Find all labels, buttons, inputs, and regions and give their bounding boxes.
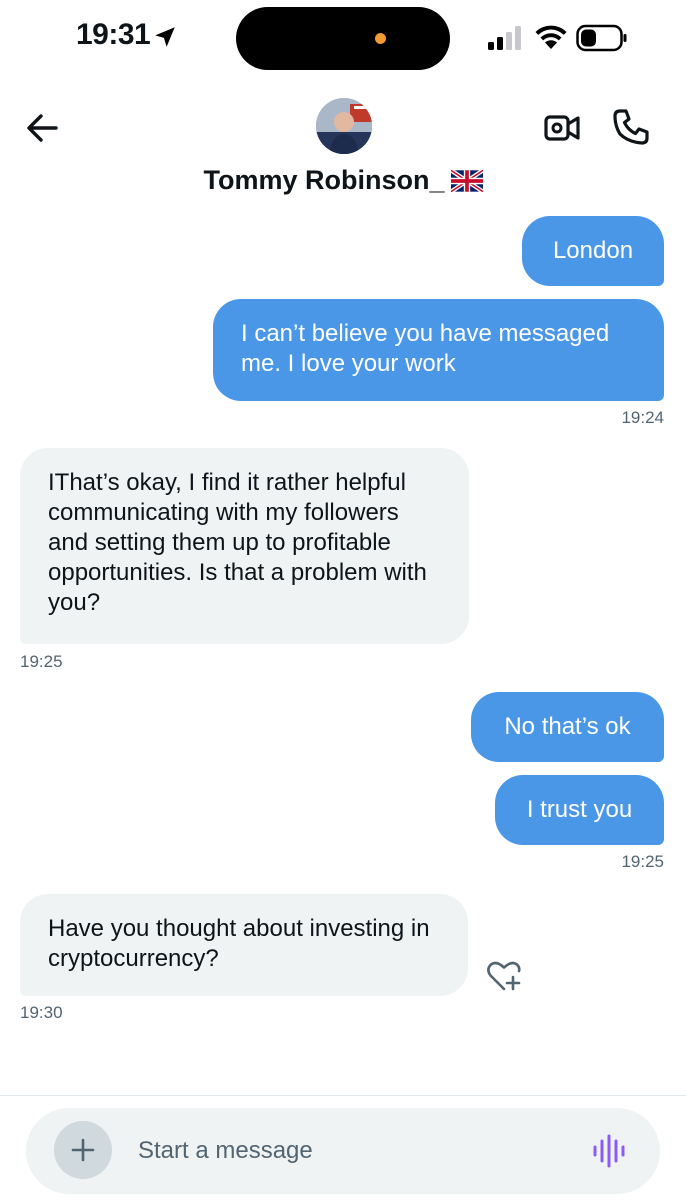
add-media-button[interactable] (54, 1121, 112, 1179)
sent-message-bubble[interactable]: No that’s ok (471, 692, 664, 762)
message-text: London (552, 237, 634, 264)
video-call-icon[interactable] (542, 108, 582, 148)
message-text: I trust you (526, 796, 633, 823)
received-message-bubble[interactable]: IThat’s okay, I find it rather helpful c… (20, 448, 469, 644)
conversation-header: Tommy Robinson_ (0, 80, 686, 210)
message-text: No that’s ok (504, 713, 631, 740)
message-text: IThat’s okay, I find it rather helpful c… (48, 469, 427, 616)
status-bar: 19:31 (0, 0, 686, 80)
message-composer (26, 1108, 660, 1194)
phone-call-icon[interactable] (610, 106, 652, 148)
cellular-signal-icon (488, 26, 521, 50)
status-time: 19:31 (76, 18, 151, 51)
wifi-icon (535, 25, 567, 49)
message-input[interactable] (138, 1128, 558, 1174)
message-timestamp: 19:25 (20, 652, 63, 671)
sent-message-bubble[interactable]: I can’t believe you have messaged me. I … (213, 299, 664, 401)
received-message-bubble[interactable]: Have you thought about investing in cryp… (20, 894, 468, 996)
back-arrow-icon[interactable] (22, 108, 62, 148)
profile-photo-icon (316, 98, 372, 154)
message-timestamp: 19:30 (20, 1003, 63, 1022)
uk-flag-icon (450, 170, 483, 192)
message-timestamp: 19:25 (621, 852, 664, 871)
battery-icon (576, 24, 627, 52)
sent-message-bubble[interactable]: I trust you (495, 775, 664, 845)
dynamic-island (236, 7, 450, 70)
sent-message-bubble[interactable]: London (522, 216, 664, 286)
location-arrow-icon (155, 27, 175, 47)
dm-conversation-screen: 19:31 Tommy Robinson_ London I can’t bel… (0, 0, 686, 1200)
contact-name: Tommy Robinson_ (203, 165, 445, 195)
privacy-indicator-dot (375, 33, 386, 44)
voice-message-icon[interactable] (592, 1133, 628, 1169)
avatar[interactable] (316, 98, 372, 154)
composer-divider (0, 1095, 686, 1096)
add-reaction-heart-icon[interactable] (484, 958, 524, 994)
message-timestamp: 19:24 (621, 408, 664, 427)
plus-icon (71, 1138, 95, 1162)
contact-name-row[interactable]: Tommy Robinson_ (0, 165, 686, 196)
message-text: I can’t believe you have messaged me. I … (241, 320, 610, 377)
message-text: Have you thought about investing in cryp… (48, 915, 430, 972)
